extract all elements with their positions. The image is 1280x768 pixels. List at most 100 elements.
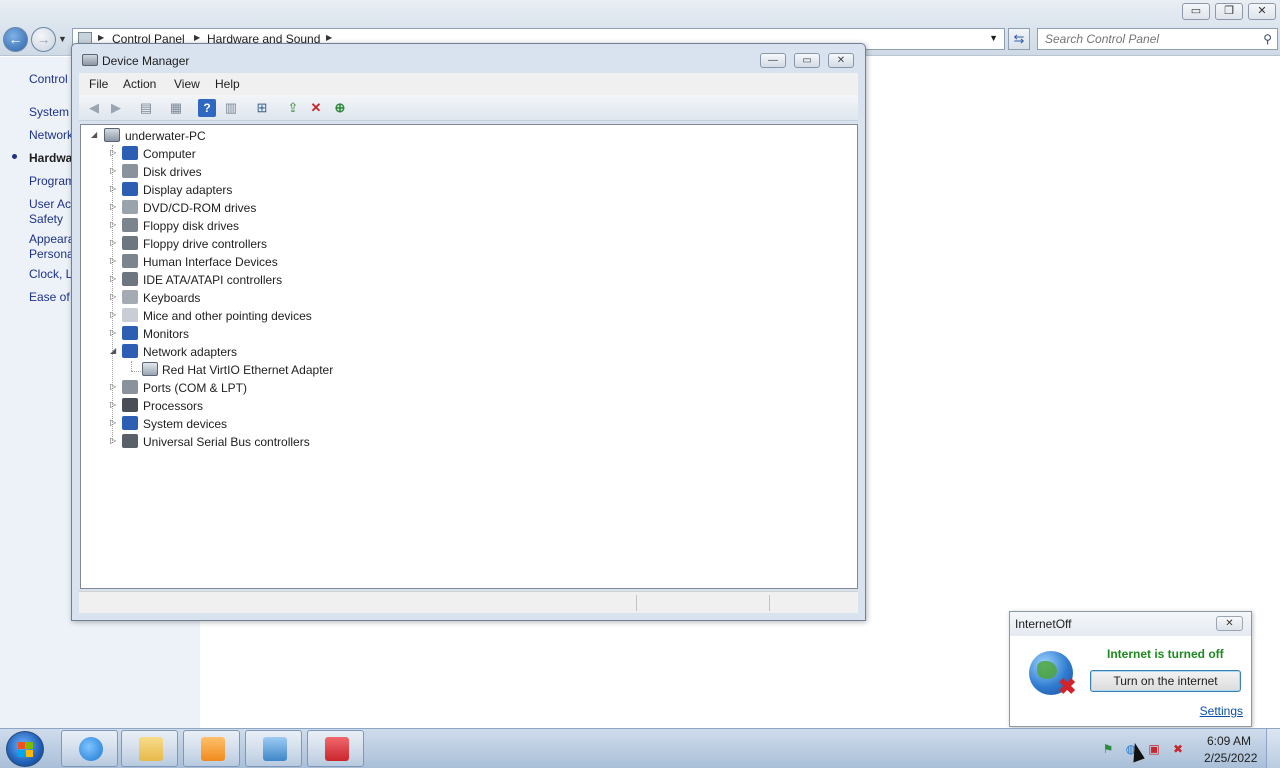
cp-minimize-button[interactable]: ▭ <box>1182 3 1210 20</box>
recent-pages-dropdown-icon[interactable]: ▼ <box>58 34 67 44</box>
device-manager-titlebar[interactable]: Device Manager — ▭ ✕ <box>72 44 865 72</box>
expand-icon[interactable]: ▷ <box>110 148 116 157</box>
network-disconnected-icon[interactable]: ▣ <box>1146 741 1162 757</box>
device-manager-window: Device Manager — ▭ ✕ File Action View He… <box>71 43 866 621</box>
taskbar-media-player[interactable] <box>183 730 240 767</box>
cp-restore-button[interactable]: ❐ <box>1215 3 1243 20</box>
add-legacy-hardware-icon[interactable]: ⊕ <box>331 99 349 117</box>
expand-icon[interactable]: ▷ <box>110 166 116 175</box>
tree-node-label: Computer <box>143 147 196 161</box>
sidebar-item-programs[interactable]: Program <box>29 174 75 188</box>
start-button[interactable] <box>6 731 44 767</box>
expand-icon[interactable]: ▷ <box>110 238 116 247</box>
tree-node-label: Processors <box>143 399 204 413</box>
taskbar-windows-explorer[interactable] <box>121 730 178 767</box>
media-player-icon <box>201 737 225 761</box>
tree-node-label: Human Interface Devices <box>143 255 278 269</box>
show-hide-console-tree-icon[interactable]: ▤ <box>137 99 155 117</box>
sidebar-item-user-accounts-safety[interactable]: Safety <box>29 212 63 226</box>
clock-time[interactable]: 6:09 AM <box>1207 734 1251 748</box>
search-box[interactable]: ⚲ <box>1037 28 1278 50</box>
back-arrow-icon: ← <box>8 31 23 47</box>
computer-icon <box>122 146 138 160</box>
menu-file[interactable]: File <box>89 77 108 91</box>
expand-icon[interactable]: ▷ <box>110 220 116 229</box>
collapse-icon[interactable]: ◢ <box>91 130 97 139</box>
sidebar-item-personalization[interactable]: Persona <box>29 247 74 261</box>
search-input[interactable] <box>1038 29 1248 49</box>
tree-node-label: Ports (COM & LPT) <box>143 381 248 395</box>
minimize-button[interactable]: — <box>760 53 786 68</box>
tree-node-label: Monitors <box>143 327 190 341</box>
active-item-bullet <box>12 154 17 159</box>
monitor-icon <box>122 326 138 340</box>
properties-icon[interactable]: ▦ <box>167 99 185 117</box>
collapse-icon[interactable]: ◢ <box>110 346 116 355</box>
action-pane-icon[interactable]: ▥ <box>222 99 240 117</box>
toolbox-icon <box>325 737 349 761</box>
forward-button[interactable]: → <box>31 27 56 52</box>
ide-controller-icon <box>122 272 138 286</box>
turn-on-internet-button[interactable]: Turn on the internet <box>1090 670 1241 692</box>
menu-action[interactable]: Action <box>123 77 156 91</box>
expand-icon[interactable]: ▷ <box>110 292 116 301</box>
taskbar-internet-explorer[interactable] <box>61 730 118 767</box>
search-icon[interactable]: ⚲ <box>1263 32 1272 46</box>
menu-help[interactable]: Help <box>215 77 240 91</box>
expand-icon[interactable]: ▷ <box>110 400 116 409</box>
help-icon[interactable]: ? <box>198 99 216 117</box>
breadcrumb-separator-icon[interactable]: ▶ <box>326 33 332 42</box>
maximize-button[interactable]: ▭ <box>794 53 820 68</box>
menu-bar: File Action View Help <box>79 73 858 95</box>
taskbar: ⚑ ◍ ▣ ✖ 6:09 AM 2/25/2022 <box>0 728 1280 768</box>
breadcrumb-separator-icon[interactable]: ▶ <box>98 33 104 42</box>
sidebar-item-system[interactable]: System <box>29 105 69 119</box>
sidebar-item-control-panel-home[interactable]: Control <box>29 72 68 86</box>
expand-icon[interactable]: ▷ <box>110 274 116 283</box>
expand-icon[interactable]: ▷ <box>110 256 116 265</box>
expand-icon[interactable]: ▷ <box>110 310 116 319</box>
update-driver-icon[interactable]: ⇪ <box>284 99 302 117</box>
control-panel-titlebar: ▭ ❐ ✕ <box>0 0 1280 24</box>
tree-node-label: Network adapters <box>143 345 238 359</box>
back-button[interactable]: ← <box>3 27 28 52</box>
close-button[interactable]: ✕ <box>828 53 854 68</box>
cp-close-button[interactable]: ✕ <box>1248 3 1276 20</box>
device-tree[interactable]: ◢ underwater-PC ▷ Computer ▷ Disk drives ▷ Di… <box>80 124 858 589</box>
action-center-icon[interactable]: ⚑ <box>1100 741 1116 757</box>
taskbar-control-panel[interactable] <box>245 730 302 767</box>
forward-arrow-icon[interactable]: ▶ <box>107 99 125 117</box>
expand-icon[interactable]: ▷ <box>110 328 116 337</box>
breadcrumb-separator-icon[interactable]: ▶ <box>194 33 200 42</box>
sidebar-item-clock[interactable]: Clock, L <box>29 267 72 281</box>
status-divider <box>769 595 770 611</box>
expand-icon[interactable]: ▷ <box>110 436 116 445</box>
close-button[interactable]: ✕ <box>1216 616 1243 631</box>
menu-view[interactable]: View <box>174 77 200 91</box>
refresh-button[interactable]: ⇆ <box>1008 28 1030 50</box>
tree-node-label: Floppy drive controllers <box>143 237 268 251</box>
sidebar-item-appearance[interactable]: Appeara <box>29 232 74 246</box>
expand-icon[interactable]: ▷ <box>110 184 116 193</box>
notification-area: ⚑ ◍ ▣ ✖ <box>1094 729 1194 768</box>
floppy-drive-icon <box>122 218 138 232</box>
sidebar-item-network[interactable]: Network <box>29 128 73 142</box>
uninstall-device-icon[interactable]: ✕ <box>307 99 325 117</box>
mouse-icon <box>122 308 138 322</box>
expand-icon[interactable]: ▷ <box>110 418 116 427</box>
show-desktop-button[interactable] <box>1266 729 1280 768</box>
back-arrow-icon[interactable]: ◀ <box>85 99 103 117</box>
clock-date[interactable]: 2/25/2022 <box>1204 751 1257 765</box>
scan-hardware-icon[interactable]: ⊞ <box>253 99 271 117</box>
address-dropdown-icon[interactable]: ▼ <box>989 33 998 43</box>
expand-icon[interactable]: ▷ <box>110 202 116 211</box>
volume-muted-icon[interactable]: ✖ <box>1170 741 1186 757</box>
sidebar-item-hardware[interactable]: Hardwa <box>29 151 72 165</box>
expand-icon[interactable]: ▷ <box>110 382 116 391</box>
sidebar-item-user-accounts[interactable]: User Acc <box>29 197 77 211</box>
taskbar-device-manager[interactable] <box>307 730 364 767</box>
settings-link[interactable]: Settings <box>1200 704 1243 718</box>
keyboard-icon <box>122 290 138 304</box>
tree-node-label: Mice and other pointing devices <box>143 309 312 323</box>
status-divider <box>636 595 637 611</box>
